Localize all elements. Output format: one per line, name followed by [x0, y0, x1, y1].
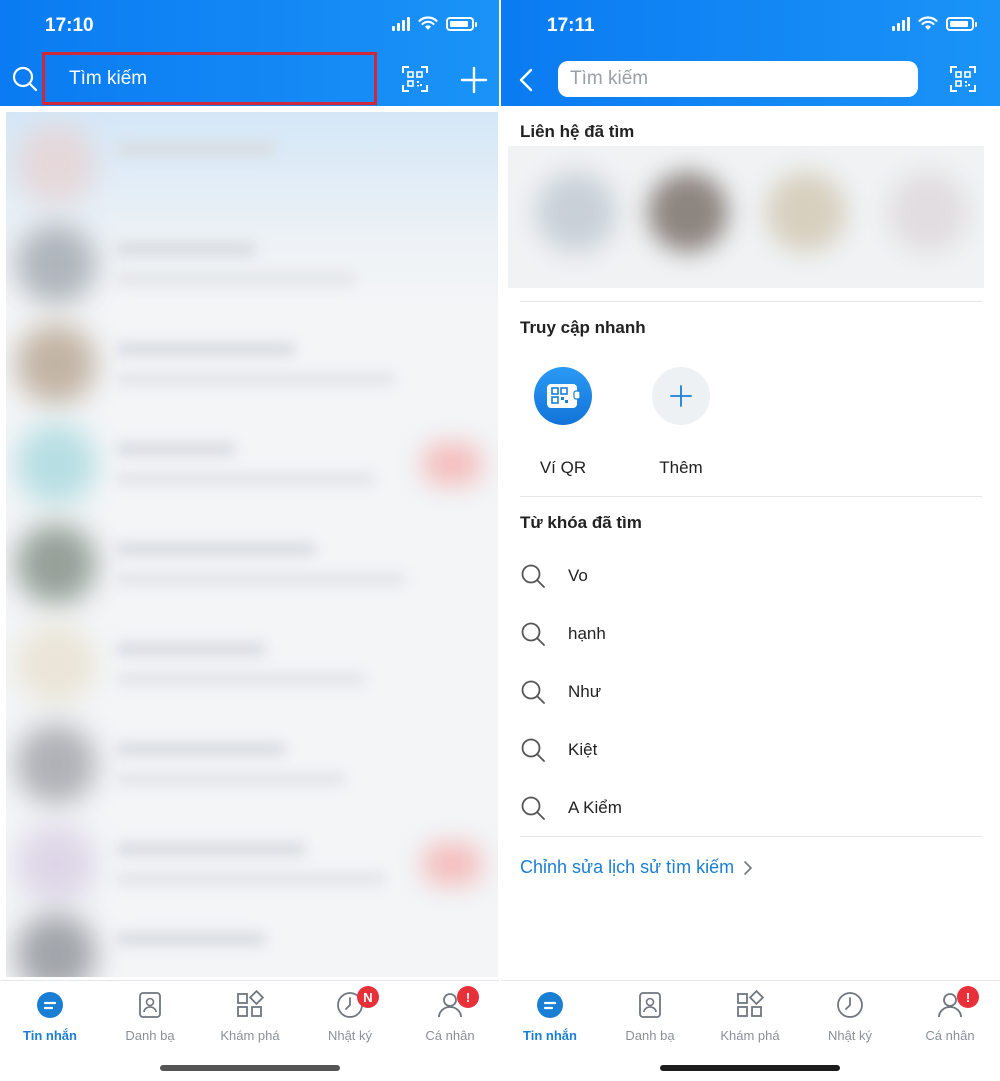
home-indicator [660, 1065, 840, 1071]
search-icon [521, 564, 545, 588]
contact-avatar[interactable] [536, 172, 616, 252]
header: 17:10 Tìm kiếm [0, 0, 500, 106]
status-icons [392, 16, 477, 31]
notification-badge: N [357, 986, 379, 1008]
contacts-icon [635, 990, 665, 1020]
wifi-icon [918, 16, 938, 30]
recent-contacts-title: Liên hệ đã tìm [520, 122, 635, 141]
edit-search-history-link[interactable]: Chỉnh sửa lịch sử tìm kiếm [520, 857, 753, 878]
explore-icon [235, 989, 265, 1020]
keyword-item[interactable]: Như [520, 672, 980, 712]
left-screen: 17:10 Tìm kiếm Tin nhắn Danh bạ Khám phá… [0, 0, 500, 1081]
nav-tin-nhan[interactable]: Tin nhắn [0, 987, 100, 1043]
nav-ca-nhan[interactable]: ! Cá nhân [900, 986, 1000, 1043]
status-time: 17:11 [547, 15, 595, 36]
header: 17:11 Tìm kiếm [500, 0, 1000, 106]
bottom-nav: Tin nhắn Danh bạ Khám phá N Nhật ký ! Cá… [0, 980, 500, 1081]
battery-icon [946, 16, 977, 31]
keyword-text: hạnh [568, 624, 606, 643]
quick-access-title: Truy cập nhanh [520, 318, 646, 337]
chat-row[interactable] [6, 612, 498, 712]
keyword-item[interactable]: A Kiểm [520, 788, 980, 828]
signal-icon [392, 16, 410, 31]
clock-icon [835, 990, 865, 1020]
keyword-text: Kiệt [568, 740, 598, 759]
qr-scan-icon[interactable] [402, 66, 428, 92]
quick-access-qr-wallet[interactable]: Ví QR [513, 367, 613, 478]
chat-row[interactable] [6, 512, 498, 612]
search-icon[interactable] [12, 66, 38, 92]
bottom-nav: Tin nhắn Danh bạ Khám phá Nhật ký ! Cá n… [500, 980, 1000, 1081]
keyword-text: A Kiểm [568, 798, 622, 817]
divider [520, 836, 982, 837]
nav-danh-ba[interactable]: Danh bạ [100, 987, 200, 1043]
nav-nhat-ky[interactable]: N Nhật ký [300, 986, 400, 1043]
contact-avatar[interactable] [766, 172, 846, 252]
explore-icon [735, 989, 765, 1020]
user-icon: ! [435, 986, 479, 1020]
keyword-item[interactable]: Vo [520, 556, 980, 596]
notification-badge: ! [457, 986, 479, 1008]
search-icon [521, 622, 545, 646]
status-icons [892, 16, 977, 31]
chat-icon [535, 990, 565, 1020]
nav-kham-pha[interactable]: Khám phá [200, 987, 300, 1043]
chat-row[interactable] [6, 412, 498, 512]
recent-contacts-blurred [508, 146, 984, 288]
divider [520, 496, 982, 497]
plus-icon [652, 367, 710, 425]
qr-scan-icon[interactable] [950, 66, 976, 92]
wifi-icon [418, 16, 438, 30]
contact-avatar[interactable] [648, 172, 728, 252]
add-icon[interactable] [460, 66, 488, 94]
qr-wallet-icon [534, 367, 592, 425]
search-input[interactable]: Tìm kiếm [558, 61, 918, 97]
status-time: 17:10 [45, 15, 94, 36]
contacts-icon [135, 990, 165, 1020]
divider [520, 301, 982, 302]
search-placeholder: Tìm kiếm [570, 68, 649, 89]
keyword-text: Như [568, 682, 602, 701]
keyword-item[interactable]: hạnh [520, 614, 980, 654]
keywords-title: Từ khóa đã tìm [520, 513, 642, 532]
divider [499, 0, 501, 1081]
chat-row[interactable] [6, 902, 498, 977]
keyword-text: Vo [568, 566, 588, 585]
search-input-highlighted[interactable]: Tìm kiếm [42, 52, 377, 105]
chat-row[interactable] [6, 212, 498, 312]
search-icon [521, 738, 545, 762]
clock-icon: N [335, 986, 379, 1020]
search-icon [521, 796, 545, 820]
chat-icon [35, 990, 65, 1020]
chat-row[interactable] [6, 712, 498, 812]
notification-badge: ! [957, 986, 979, 1008]
keyword-item[interactable]: Kiệt [520, 730, 980, 770]
back-arrow-icon[interactable] [518, 68, 534, 92]
nav-kham-pha[interactable]: Khám phá [700, 987, 800, 1043]
chat-row[interactable] [6, 812, 498, 912]
nav-danh-ba[interactable]: Danh bạ [600, 987, 700, 1043]
signal-icon [892, 16, 910, 31]
nav-ca-nhan[interactable]: ! Cá nhân [400, 986, 500, 1043]
chevron-right-icon [744, 860, 753, 875]
search-icon [521, 680, 545, 704]
chat-row[interactable] [6, 112, 498, 212]
battery-icon [446, 16, 477, 31]
nav-nhat-ky[interactable]: Nhật ký [800, 987, 900, 1043]
chat-row[interactable] [6, 312, 498, 412]
contact-avatar[interactable] [888, 172, 968, 252]
quick-access-add[interactable]: Thêm [631, 367, 731, 478]
blurred-chat-list [6, 112, 498, 977]
user-icon: ! [935, 986, 979, 1020]
search-placeholder: Tìm kiếm [69, 67, 148, 89]
home-indicator [160, 1065, 340, 1071]
nav-tin-nhan[interactable]: Tin nhắn [500, 987, 600, 1043]
